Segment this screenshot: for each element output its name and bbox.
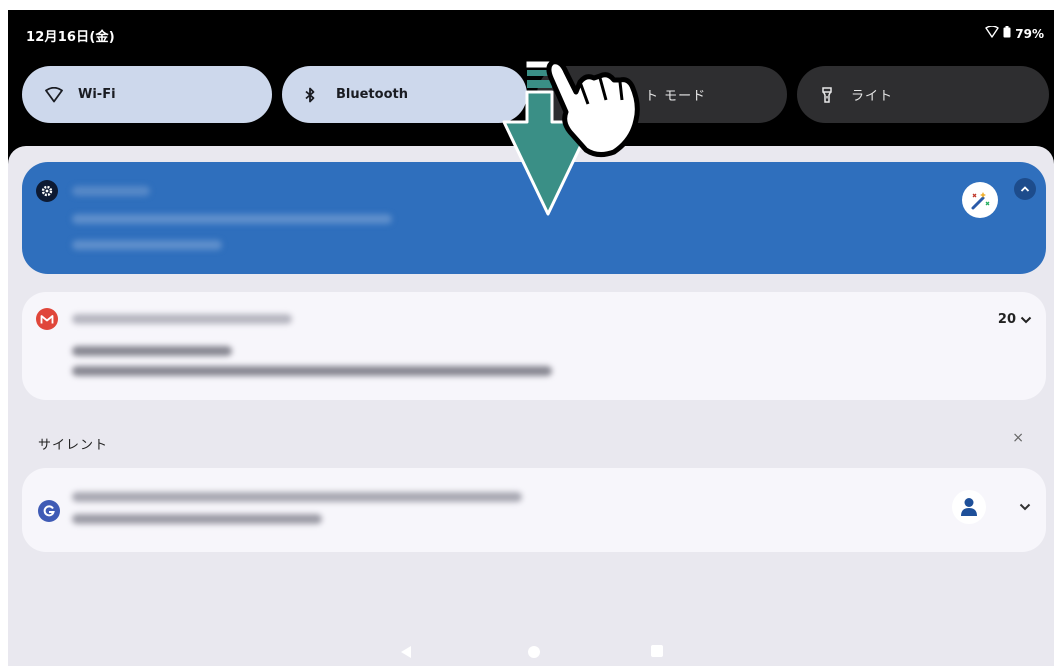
recents-icon[interactable]	[651, 645, 663, 657]
chevron-down-icon	[1020, 316, 1032, 323]
notification-app-name	[72, 314, 292, 324]
status-icons: 79%	[985, 25, 1044, 41]
notification-google[interactable]	[22, 468, 1046, 552]
wifi-icon	[44, 85, 64, 105]
tile-label: ライト	[851, 89, 894, 104]
notification-count[interactable]: 20	[998, 312, 1032, 327]
tablet-screen: 12月16日(金) 79% Wi-Fi Bluetooth ト モード ライト …	[8, 10, 1054, 666]
tile-label: ト モード	[645, 89, 707, 104]
chevron-down-icon	[1019, 503, 1031, 511]
status-bar: 12月16日(金) 79%	[8, 10, 1054, 62]
tile-bluetooth[interactable]: Bluetooth	[282, 66, 527, 123]
quick-settings-tiles: Wi-Fi Bluetooth ト モード ライト	[22, 66, 1049, 123]
account-avatar	[952, 490, 986, 524]
notification-title	[72, 214, 392, 224]
notification-title	[72, 346, 232, 356]
notification-body	[72, 514, 322, 524]
notification-count-value: 20	[997, 312, 1016, 327]
back-icon[interactable]	[401, 646, 411, 658]
notification-gmail[interactable]: 20	[22, 292, 1046, 400]
silent-section-label: サイレント	[38, 438, 109, 453]
person-icon	[961, 498, 977, 516]
notification-body	[72, 240, 222, 250]
tile-label: Bluetooth	[336, 87, 408, 102]
battery-percent: 79%	[1015, 26, 1044, 41]
google-icon	[38, 500, 60, 522]
notification-shade: 20 サイレント ×	[8, 146, 1054, 666]
collapse-button[interactable]	[1014, 178, 1036, 200]
notification-body	[72, 366, 552, 376]
settings-icon	[36, 180, 58, 202]
status-date: 12月16日(金)	[26, 30, 115, 45]
expand-button[interactable]	[1014, 496, 1036, 518]
bluetooth-icon	[300, 85, 320, 105]
notification-highlighted[interactable]	[22, 162, 1046, 274]
clear-silent-button[interactable]: ×	[1012, 430, 1024, 446]
battery-icon	[1003, 26, 1011, 41]
chevron-up-icon	[1020, 186, 1030, 192]
tile-wifi[interactable]: Wi-Fi	[22, 66, 272, 123]
wifi-icon	[985, 25, 999, 41]
magic-wand-icon	[962, 182, 998, 218]
notification-title	[72, 492, 522, 502]
notification-app-name	[72, 186, 150, 196]
tile-label: Wi-Fi	[78, 87, 116, 102]
home-icon[interactable]	[528, 646, 540, 658]
navigation-bar	[8, 636, 1054, 666]
flashlight-icon	[817, 85, 837, 105]
tile-flashlight[interactable]: ライト	[797, 66, 1049, 123]
tile-dark-mode[interactable]: ト モード	[537, 66, 787, 123]
gmail-icon	[36, 308, 58, 330]
